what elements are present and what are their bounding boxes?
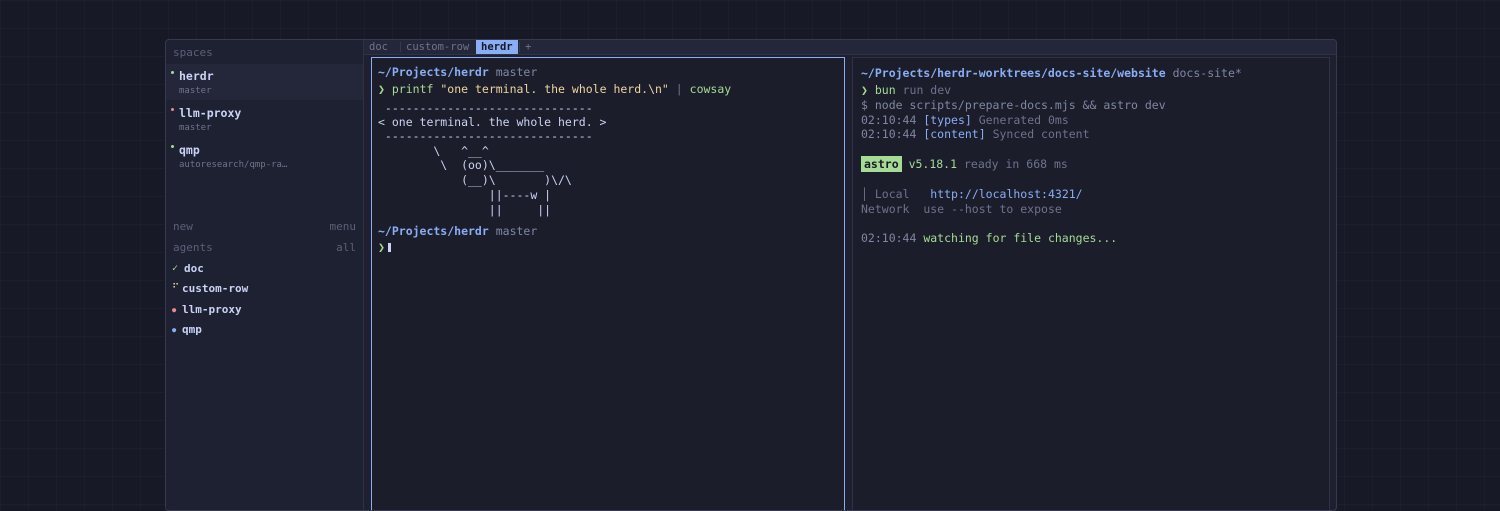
tab-doc[interactable]: doc xyxy=(364,40,393,54)
prompt-symbol: ❯ xyxy=(378,82,385,96)
herdr-window: spaces herdr master llm-proxy master qmp… xyxy=(165,39,1337,511)
cowsay-line: \ ^__^ xyxy=(378,144,489,158)
active-prompt[interactable]: ❯ xyxy=(378,240,391,254)
sidebar: spaces herdr master llm-proxy master qmp… xyxy=(166,40,364,510)
log-time: 02:10:44 xyxy=(861,113,917,127)
command-name: printf xyxy=(391,82,434,96)
log-time: 02:10:44 xyxy=(861,127,917,141)
local-bar: │ xyxy=(861,187,868,201)
log-tag: [types] xyxy=(923,113,972,127)
prompt-line: ~/Projects/herdr master xyxy=(378,65,537,79)
space-herdr[interactable]: herdr master xyxy=(166,64,363,100)
agent-label: doc xyxy=(184,262,204,275)
space-name: llm-proxy xyxy=(179,106,242,120)
network-line: Network use --host to expose xyxy=(861,202,1062,216)
script-line: $ node scripts/prepare-docs.mjs && astro… xyxy=(861,98,1166,112)
agents-filter[interactable]: all xyxy=(336,241,356,254)
watch-line: 02:10:44 watching for file changes... xyxy=(861,231,1117,245)
command-pipe-target: cowsay xyxy=(689,82,732,96)
command-argument: "one terminal. the whole herd.\n" xyxy=(440,82,669,96)
agent-doc[interactable]: ✓ doc xyxy=(166,262,363,280)
agent-custom-row[interactable]: ⠋ custom-row xyxy=(166,282,363,300)
terminal-pane-right[interactable]: ~/Projects/herdr-worktrees/docs-site/web… xyxy=(852,57,1330,510)
cowsay-line: \ (oo)\_______ xyxy=(378,158,545,172)
command-line: ❯ bun run dev xyxy=(861,83,951,97)
prompt-line: ~/Projects/herdr master xyxy=(378,224,537,238)
command-args: run dev xyxy=(902,83,952,97)
agent-label: custom-row xyxy=(182,282,249,295)
cowsay-line: (__)\ )\/\ xyxy=(378,173,572,187)
prompt-branch: master xyxy=(495,224,538,238)
cowsay-line: < one terminal. the whole herd. > xyxy=(378,115,607,129)
watch-time: 02:10:44 xyxy=(861,231,917,245)
text-cursor xyxy=(387,243,391,252)
prompt-path: ~/Projects/herdr-worktrees/docs-site/web… xyxy=(861,66,1166,80)
cowsay-line: ||----w | xyxy=(378,188,552,202)
log-message: Synced content xyxy=(992,127,1090,141)
prompt-line: ~/Projects/herdr-worktrees/docs-site/web… xyxy=(861,66,1242,80)
log-message: Generated 0ms xyxy=(978,113,1069,127)
network-label: Network xyxy=(861,202,910,216)
astro-version: v5.18.1 xyxy=(908,157,958,171)
spinner-icon: ⠋ xyxy=(172,283,180,294)
agent-qmp[interactable]: ● qmp xyxy=(166,323,363,341)
astro-ready: ready in 668 ms xyxy=(963,157,1068,171)
cowsay-line: ------------------------------ xyxy=(378,129,593,143)
space-llm-proxy[interactable]: llm-proxy master xyxy=(166,101,363,137)
watch-message: watching for file changes... xyxy=(923,231,1118,245)
local-url-link[interactable]: http://localhost:4321/ xyxy=(930,187,1082,201)
space-branch: master xyxy=(179,123,212,133)
prompt-symbol: ❯ xyxy=(378,240,385,254)
command-pipe: | xyxy=(675,82,683,96)
space-name: herdr xyxy=(179,69,214,83)
agent-llm-proxy[interactable]: ● llm-proxy xyxy=(166,303,363,321)
cowsay-line: ------------------------------ xyxy=(378,101,593,115)
local-label: Local xyxy=(874,187,910,201)
prompt-symbol: ❯ xyxy=(861,83,868,97)
space-status-dot xyxy=(171,71,174,74)
command-name: bun xyxy=(874,83,896,97)
prompt-branch: master xyxy=(495,65,538,79)
astro-ready-line: astro v5.18.1 ready in 668 ms xyxy=(861,156,1068,172)
tab-custom-row[interactable]: custom-row xyxy=(401,40,474,54)
command-line: ❯ printf "one terminal. the whole herd.\… xyxy=(378,82,731,96)
space-name: qmp xyxy=(179,143,200,157)
agent-label: qmp xyxy=(182,323,202,336)
terminal-pane-left[interactable]: ~/Projects/herdr master ❯ printf "one te… xyxy=(371,57,845,510)
cowsay-line: || || xyxy=(378,203,552,217)
check-icon: ✓ xyxy=(172,263,179,274)
prompt-path: ~/Projects/herdr xyxy=(378,224,489,238)
astro-badge: astro xyxy=(861,156,902,172)
spaces-header: spaces xyxy=(173,46,213,59)
menu-button[interactable]: menu xyxy=(330,220,357,233)
log-line: 02:10:44 [content] Synced content xyxy=(861,127,1090,141)
status-dot-icon: ● xyxy=(172,326,177,334)
agent-label: llm-proxy xyxy=(182,303,242,316)
space-status-dot xyxy=(171,108,174,111)
network-value: use --host to expose xyxy=(923,202,1062,216)
agents-header: agents xyxy=(173,241,213,254)
status-dot-icon: ● xyxy=(172,306,177,314)
new-space-button[interactable]: new xyxy=(173,220,193,233)
prompt-path: ~/Projects/herdr xyxy=(378,65,489,79)
new-tab-button[interactable]: + xyxy=(520,40,536,54)
log-line: 02:10:44 [types] Generated 0ms xyxy=(861,113,1069,127)
space-status-dot xyxy=(171,145,174,148)
tab-bar: doc custom-row herdr + xyxy=(364,40,1336,55)
tab-herdr[interactable]: herdr xyxy=(476,40,518,54)
space-branch: autoresearch/qmp-ra… xyxy=(179,160,288,170)
local-url-line: │ Local http://localhost:4321/ xyxy=(861,187,1083,201)
prompt-branch: docs-site* xyxy=(1172,66,1242,80)
space-branch: master xyxy=(179,86,212,96)
log-tag: [content] xyxy=(923,127,986,141)
space-qmp[interactable]: qmp autoresearch/qmp-ra… xyxy=(166,138,363,174)
